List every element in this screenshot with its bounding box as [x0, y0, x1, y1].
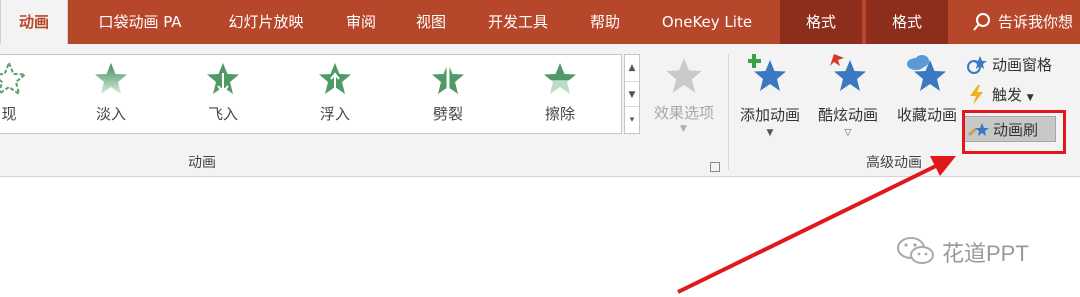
tab-onekey-lite[interactable]: OneKey Lite [644, 0, 770, 44]
float-in-star-icon [319, 63, 351, 94]
tab-pocket-animation[interactable]: 口袋动画 PA [80, 0, 200, 44]
tab-format-picture[interactable]: 格式 [866, 0, 948, 44]
gallery-item-label: 擦除 [544, 105, 575, 123]
painter-highlight-box [962, 110, 1066, 154]
gallery-item-fly-in[interactable]: 飞入 [183, 55, 263, 133]
gallery-item-label: 劈裂 [432, 105, 463, 123]
search-label: 告诉我你想 [998, 13, 1074, 31]
collect-animation-button[interactable]: 收藏动画 [890, 50, 964, 150]
effect-options-star-icon [666, 58, 702, 93]
gallery-item-split[interactable]: 劈裂 [408, 55, 488, 133]
gallery-item-label: 淡入 [95, 105, 126, 123]
group-divider [728, 54, 729, 170]
collect-animation-label: 收藏动画 [896, 106, 957, 124]
fly-in-star-icon [207, 63, 239, 94]
wechat-logo-icon [897, 237, 934, 264]
gallery-item-float-in[interactable]: 浮入 [295, 55, 375, 133]
cool-animation-label: 酷炫动画 [817, 106, 878, 124]
fade-star-icon [95, 63, 127, 94]
cool-animation-button[interactable]: 酷炫动画 ▽ [812, 50, 884, 150]
lightning-icon [970, 85, 983, 105]
chevron-down-icon: ▼ [680, 124, 687, 134]
gallery-item-appear[interactable]: 现 [0, 55, 49, 133]
gallery-item-label: 浮入 [319, 105, 350, 123]
tab-help[interactable]: 帮助 [574, 0, 636, 44]
tab-format-drawing[interactable]: 格式 [780, 0, 862, 44]
animation-gallery: 现 淡入 飞入 浮入 劈裂 擦除 [0, 54, 622, 134]
ribbon-panel: 现 淡入 飞入 浮入 劈裂 擦除 ▲ ▼ ▾ 效果选项 ▼ 动画 添加动画 ▼ … [0, 44, 1080, 177]
watermark-text: 花道PPT [942, 241, 1029, 266]
gallery-scroll-down-button[interactable]: ▼ [625, 81, 639, 107]
ribbon-tab-bar: 动画 口袋动画 PA 幻灯片放映 审阅 视图 开发工具 帮助 OneKey Li… [0, 0, 1080, 44]
gallery-item-fade[interactable]: 淡入 [71, 55, 151, 133]
gallery-expand-button[interactable]: ▾ [625, 107, 639, 133]
gallery-item-label: 飞入 [207, 105, 238, 123]
add-animation-button[interactable]: 添加动画 ▼ [732, 50, 808, 150]
trigger-text: 触发 [992, 86, 1023, 104]
gallery-item-label: 现 [1, 105, 17, 123]
appear-star-icon [0, 61, 27, 97]
group-label-advanced-animation: 高级动画 [866, 155, 922, 171]
dialog-launcher-icon[interactable] [710, 162, 720, 172]
tab-animation[interactable]: 动画 [0, 0, 68, 44]
chevron-down-icon: ▽ [844, 128, 852, 138]
effect-options-button[interactable]: 效果选项 ▼ [644, 52, 724, 142]
search-icon [973, 13, 990, 31]
animation-pane-label: 动画窗格 [992, 56, 1053, 74]
chevron-down-icon: ▼ [1026, 93, 1034, 103]
cloud-star-icon [907, 55, 946, 91]
wipe-star-icon [544, 63, 576, 94]
group-label-animation: 动画 [188, 155, 216, 171]
chevron-down-icon: ▼ [766, 128, 774, 138]
cool-animation-icon [830, 54, 866, 91]
tab-view[interactable]: 视图 [400, 0, 462, 44]
tab-review[interactable]: 审阅 [330, 0, 392, 44]
add-animation-label: 添加动画 [739, 106, 800, 124]
effect-options-label: 效果选项 [653, 104, 714, 122]
gallery-scroll-up-button[interactable]: ▲ [625, 55, 639, 81]
gallery-scrollbar: ▲ ▼ ▾ [624, 54, 640, 134]
animation-pane-icon [967, 56, 987, 74]
split-star-icon [432, 63, 464, 94]
gallery-item-wipe[interactable]: 擦除 [520, 55, 600, 133]
trigger-label: 触发 ▼ [992, 84, 1034, 105]
tab-developer[interactable]: 开发工具 [470, 0, 566, 44]
add-animation-icon [748, 54, 786, 91]
tab-slideshow[interactable]: 幻灯片放映 [212, 0, 320, 44]
